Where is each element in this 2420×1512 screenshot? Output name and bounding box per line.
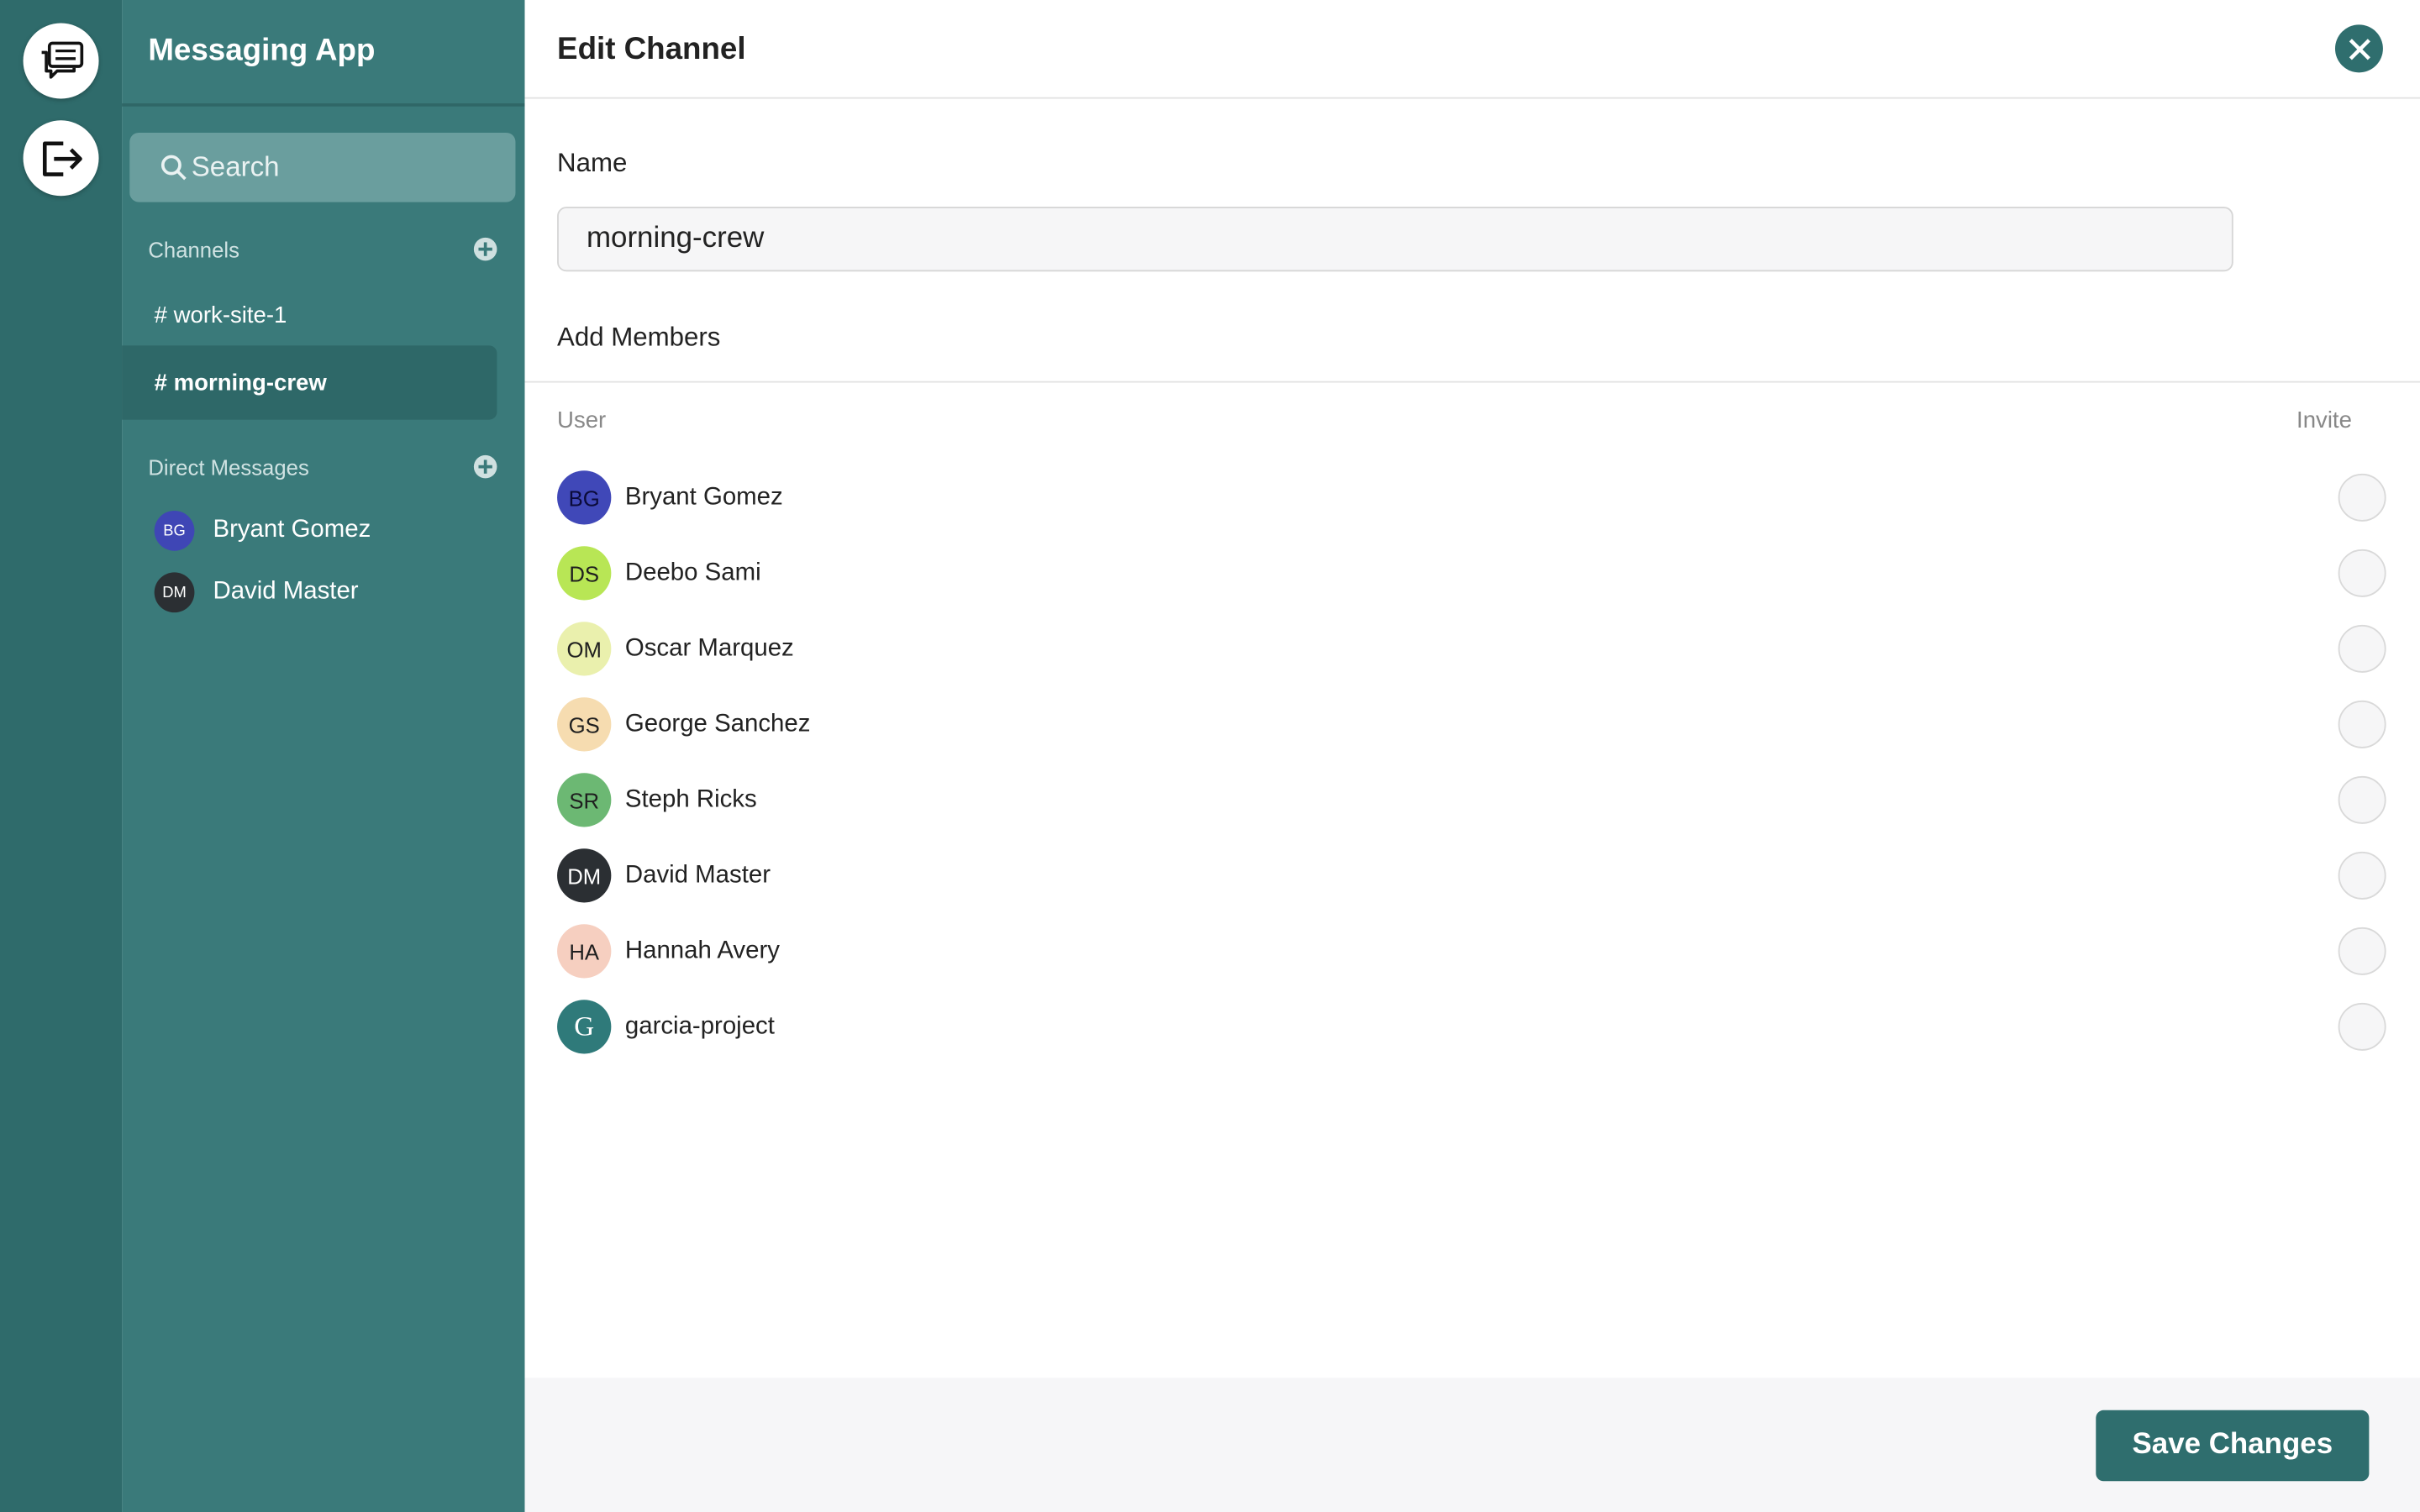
table-row: GS George Sanchez — [557, 697, 2387, 753]
avatar: SR — [557, 773, 612, 827]
invite-radio[interactable] — [2338, 624, 2386, 673]
member-name: garcia-project — [624, 1013, 775, 1040]
invite-radio[interactable] — [2338, 775, 2386, 824]
invite-radio[interactable] — [2338, 1002, 2386, 1051]
close-icon — [2348, 38, 2370, 60]
channels-heading: Channels — [148, 237, 239, 263]
channel-name-field[interactable] — [557, 207, 2233, 272]
header-divider — [524, 97, 2420, 99]
user-column-header: User — [557, 407, 607, 434]
app-window: Messaging App Search Channels # work-sit… — [0, 0, 2420, 1512]
table-row: DS Deebo Sami — [557, 546, 2387, 601]
table-row: BG Bryant Gomez — [557, 470, 2387, 526]
invite-column-header: Invite — [2296, 407, 2352, 434]
invite-radio[interactable] — [2338, 549, 2386, 597]
add-members-label: Add Members — [557, 322, 721, 352]
member-name: George Sanchez — [624, 711, 811, 738]
close-button[interactable] — [2334, 24, 2383, 73]
member-name: Hannah Avery — [624, 937, 780, 964]
member-name: Steph Ricks — [624, 786, 757, 813]
name-label: Name — [557, 148, 628, 178]
avatar: DS — [557, 546, 612, 601]
avatar: BG — [557, 470, 612, 525]
add-channel-button[interactable] — [473, 237, 497, 261]
table-row: Ggarcia-project — [557, 1000, 2387, 1055]
logout-icon — [42, 140, 82, 176]
icon-rail — [0, 0, 123, 1512]
app-title: Messaging App — [148, 34, 376, 68]
plus-icon — [478, 459, 492, 474]
direct-messages-heading: Direct Messages — [148, 454, 309, 480]
avatar: OM — [557, 622, 612, 676]
avatar: GS — [557, 697, 612, 752]
edit-channel-panel: Edit Channel Name Add Members User Invit… — [524, 0, 2420, 1512]
avatar: DM — [154, 572, 195, 613]
sidebar-divider — [122, 103, 525, 107]
member-name: David Master — [624, 862, 771, 889]
member-name: Oscar Marquez — [624, 635, 794, 662]
chat-bubbles-icon — [40, 40, 83, 78]
member-name: Bryant Gomez — [624, 484, 783, 511]
search-input[interactable]: Search — [129, 132, 516, 202]
members-divider — [524, 381, 2420, 383]
channel-item-work-site-1[interactable]: # work-site-1 — [122, 278, 497, 352]
dm-name: David Master — [213, 578, 359, 605]
modal-footer: Save Changes — [524, 1378, 2420, 1512]
table-row: OM Oscar Marquez — [557, 622, 2387, 677]
sidebar: Messaging App Search Channels # work-sit… — [122, 0, 525, 1512]
dm-item-bryant-gomez[interactable]: BG Bryant Gomez — [154, 510, 371, 551]
member-name: Deebo Sami — [624, 559, 761, 586]
table-row: HA Hannah Avery — [557, 924, 2387, 979]
invite-radio[interactable] — [2338, 851, 2386, 900]
avatar: HA — [557, 924, 612, 979]
avatar: BG — [154, 510, 195, 551]
dm-item-david-master[interactable]: DM David Master — [154, 572, 359, 613]
table-row: SR Steph Ricks — [557, 773, 2387, 828]
save-changes-button[interactable]: Save Changes — [2096, 1410, 2370, 1482]
avatar: DM — [557, 848, 612, 903]
page-title: Edit Channel — [557, 32, 746, 66]
avatar: G — [557, 1000, 612, 1054]
invite-radio[interactable] — [2338, 927, 2386, 975]
plus-icon — [478, 242, 492, 256]
chat-button[interactable] — [23, 23, 99, 99]
invite-radio[interactable] — [2338, 473, 2386, 522]
add-dm-button[interactable] — [473, 454, 497, 479]
channel-item-morning-crew[interactable]: # morning-crew — [122, 345, 497, 420]
dm-name: Bryant Gomez — [213, 517, 371, 543]
search-placeholder: Search — [191, 151, 280, 182]
logout-button[interactable] — [23, 120, 99, 197]
invite-radio[interactable] — [2338, 700, 2386, 748]
search-icon — [160, 154, 187, 180]
table-row: DM David Master — [557, 848, 2387, 904]
